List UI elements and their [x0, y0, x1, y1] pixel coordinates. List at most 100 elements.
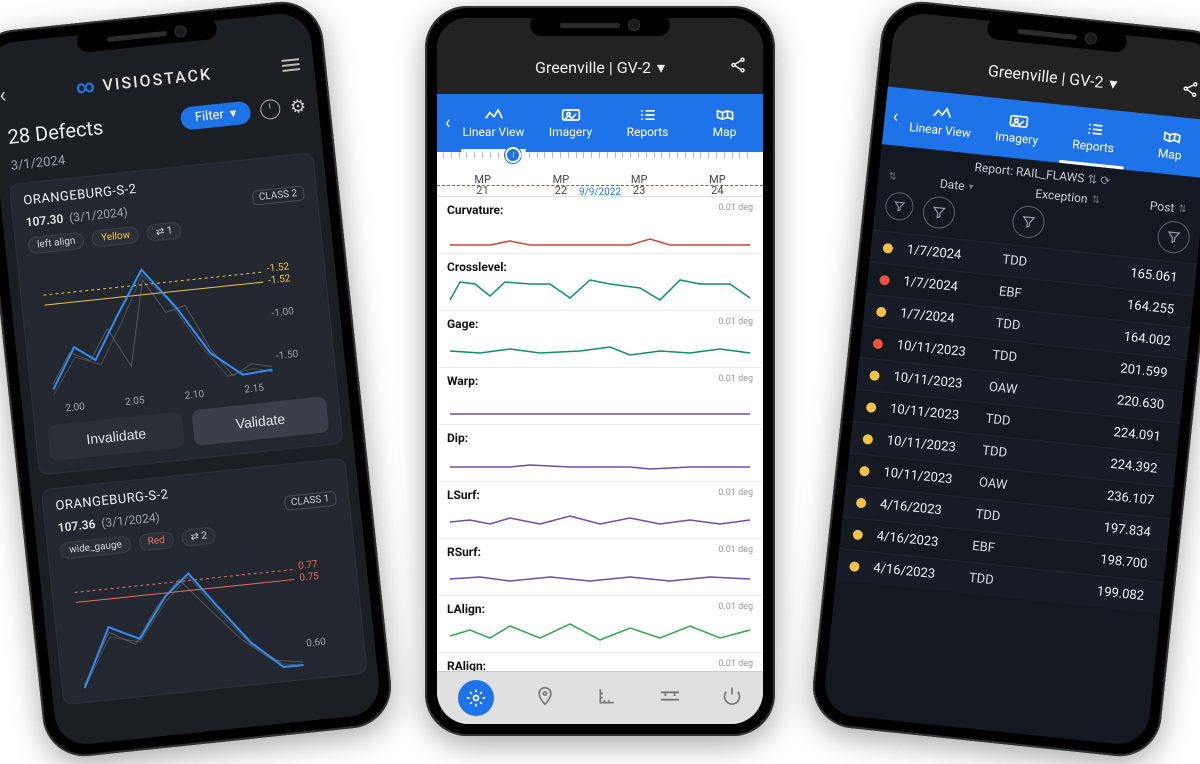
back-icon[interactable]: ‹ — [445, 113, 450, 134]
tab-reports[interactable]: Reports — [1053, 104, 1136, 170]
svg-text:2.00: 2.00 — [65, 401, 86, 414]
dropdown-icon[interactable]: ▾ — [1108, 73, 1118, 93]
svg-text:2.05: 2.05 — [125, 395, 146, 408]
mp-label: MP21 — [474, 174, 491, 196]
defect-chart: -1.52 -1.52 -1.00 -1.50 2.00 2.05 2.10 2… — [30, 237, 324, 415]
page-title: 28 Defects — [6, 115, 104, 149]
cell-exception: TDD — [992, 348, 1079, 372]
cell-post: 164.002 — [1080, 325, 1177, 350]
cell-exception: TDD — [975, 507, 1062, 531]
tab-map[interactable]: Map — [1129, 113, 1200, 179]
menu-icon[interactable] — [281, 58, 300, 72]
defect-card[interactable]: ORANGEBURG-S-2 107.36 (3/1/2024) CLASS 1… — [41, 457, 368, 705]
pin-icon[interactable] — [535, 686, 555, 711]
channel-unit: 0.01 deg — [718, 545, 753, 555]
channel-dip[interactable]: Dip: — [437, 425, 763, 482]
tab-reports[interactable]: Reports — [609, 94, 686, 152]
mp-ruler[interactable]: 9/9/2022 MP21MP22MP23MP24 — [437, 152, 763, 197]
validate-button[interactable]: Validate — [191, 396, 329, 446]
cell-post: 197.834 — [1060, 516, 1157, 541]
sort-icon[interactable]: ⇅ — [888, 171, 909, 187]
header-title[interactable]: Greenville | GV-2 — [535, 58, 651, 77]
channel-crosslevel[interactable]: Crosslevel: — [437, 254, 763, 311]
class-chip: CLASS 2 — [251, 185, 305, 205]
tab-imagery[interactable]: Imagery — [532, 94, 609, 152]
tag-chip: left align — [27, 232, 85, 255]
cell-exception: EBF — [998, 284, 1085, 308]
imagery-icon — [561, 107, 581, 123]
channel-label: LSurf: — [447, 488, 753, 502]
tab-linear-view[interactable]: Linear View — [455, 94, 532, 152]
channel-curvature[interactable]: Curvature:0.01 deg — [437, 197, 763, 254]
dropdown-icon[interactable]: ▾ — [657, 58, 665, 77]
linear-icon — [484, 107, 504, 123]
mp-label: MP24 — [709, 174, 726, 196]
card-date: (3/1/2024) — [68, 204, 128, 224]
brand: ∞ VISIOSTACK — [75, 63, 213, 98]
cell-exception: TDD — [995, 316, 1082, 340]
cell-exception: EBF — [971, 539, 1058, 563]
cell-date: 10/11/2023 — [886, 433, 983, 458]
settings-gear-icon[interactable] — [458, 680, 494, 716]
back-icon[interactable]: ‹ — [0, 83, 7, 109]
tab-imagery[interactable]: Imagery — [976, 96, 1059, 162]
imagery-icon — [1008, 112, 1030, 130]
defect-card[interactable]: ORANGEBURG-S-2 107.30 (3/1/2024) CLASS 2… — [9, 152, 344, 475]
gear-icon[interactable]: ⚙ — [289, 95, 307, 118]
share-icon[interactable] — [729, 56, 747, 78]
cell-post: 164.255 — [1084, 293, 1181, 318]
cell-post: 224.091 — [1070, 421, 1167, 446]
cell-date: 4/16/2023 — [873, 561, 970, 586]
channel-lsurf[interactable]: LSurf:0.01 deg — [437, 482, 763, 539]
phone-defects: ‹ ∞ VISIOSTACK 28 Defects Filter ▾ ⚙ — [0, 0, 395, 760]
back-icon[interactable]: ‹ — [892, 106, 900, 127]
card-mp: 107.30 — [25, 211, 64, 229]
tag-chip: Red — [138, 531, 175, 552]
tag-chip: ⇄ 2 — [181, 526, 217, 547]
phone-linear-view: Greenville | GV-2 ▾ ‹ Linear View Imager… — [425, 6, 775, 736]
filter-label: Filter — [194, 107, 224, 125]
channel-gage[interactable]: Gage:0.01 deg — [437, 311, 763, 368]
cell-post: 236.107 — [1064, 484, 1161, 509]
cell-exception: TDD — [968, 571, 1055, 595]
invalidate-button[interactable]: Invalidate — [47, 411, 185, 461]
channel-unit: 0.01 deg — [718, 659, 753, 669]
severity-dot-icon — [856, 497, 867, 508]
col-post[interactable]: Post⇅ — [1130, 197, 1193, 217]
filter-icon[interactable] — [884, 191, 915, 222]
channel-unit: 0.01 deg — [718, 203, 753, 213]
wave-icon[interactable] — [659, 688, 681, 709]
clock-icon[interactable] — [259, 98, 281, 120]
header-title[interactable]: Greenville | GV-2 — [987, 60, 1104, 91]
tab-map[interactable]: Map — [686, 94, 763, 152]
cell-post: 201.599 — [1077, 357, 1174, 382]
ruler-tool-icon[interactable] — [597, 686, 617, 711]
brand-logo-icon: ∞ — [75, 75, 98, 98]
card-mp: 107.36 — [57, 516, 96, 534]
channel-rsurf[interactable]: RSurf:0.01 deg — [437, 539, 763, 596]
svg-text:2.15: 2.15 — [244, 383, 265, 396]
severity-dot-icon — [852, 529, 863, 540]
map-icon — [715, 107, 735, 123]
severity-dot-icon — [876, 306, 887, 317]
filter-button[interactable]: Filter ▾ — [180, 100, 252, 130]
cell-date: 4/16/2023 — [879, 497, 976, 522]
view-tabs: ‹ Linear View Imagery Reports Map — [437, 94, 763, 152]
severity-dot-icon — [872, 338, 883, 349]
cell-exception: TDD — [985, 412, 1072, 436]
channel-warp[interactable]: Warp:0.01 deg — [437, 368, 763, 425]
filter-exception-icon[interactable] — [1011, 204, 1046, 239]
channel-label: RSurf: — [447, 545, 753, 559]
filter-post-icon[interactable] — [1156, 220, 1191, 255]
power-icon[interactable] — [722, 686, 742, 711]
notch — [530, 14, 670, 36]
tab-linear-view[interactable]: Linear View — [900, 88, 983, 154]
share-icon[interactable] — [1180, 79, 1200, 103]
svg-text:-1.00: -1.00 — [271, 306, 295, 319]
svg-text:-1.52: -1.52 — [268, 273, 292, 286]
channel-lalign[interactable]: LAlign:0.01 deg — [437, 596, 763, 653]
map-icon — [1161, 128, 1183, 146]
defect-chart: 0.77 0.75 0.60 — [62, 542, 353, 691]
filter-date-icon[interactable] — [921, 195, 956, 230]
channel-unit: 0.01 deg — [718, 488, 753, 498]
